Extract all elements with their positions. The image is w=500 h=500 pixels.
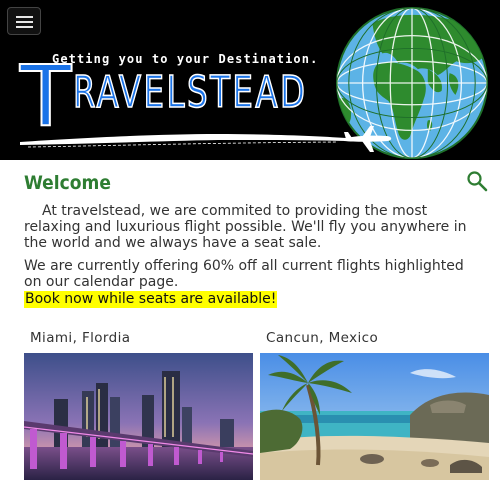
site-logo[interactable]: TRAVELSTEAD bbox=[19, 53, 359, 139]
airplane-icon bbox=[344, 126, 392, 152]
hamburger-icon-bar bbox=[16, 21, 33, 23]
destination-label-miami[interactable]: Miami, Flordia bbox=[30, 330, 130, 346]
miami-photo[interactable] bbox=[24, 353, 253, 480]
site-header: Getting you to your Destination. TRAVELS… bbox=[0, 0, 500, 160]
hamburger-icon-bar bbox=[16, 16, 33, 18]
offer-paragraph: We are currently offering 60% off all cu… bbox=[24, 258, 464, 290]
logo-rest: RAVELSTEAD bbox=[73, 67, 308, 118]
menu-button[interactable] bbox=[7, 7, 41, 35]
hamburger-icon-bar bbox=[16, 26, 33, 28]
contrail-swoosh bbox=[20, 134, 346, 148]
search-icon[interactable] bbox=[466, 170, 488, 192]
page-title: Welcome bbox=[24, 172, 111, 194]
intro-paragraph: At travelstead, we are commited to provi… bbox=[24, 203, 467, 251]
cancun-photo[interactable] bbox=[260, 353, 489, 480]
booking-callout: Book now while seats are available! bbox=[24, 291, 278, 308]
destination-label-cancun[interactable]: Cancun, Mexico bbox=[266, 330, 378, 346]
